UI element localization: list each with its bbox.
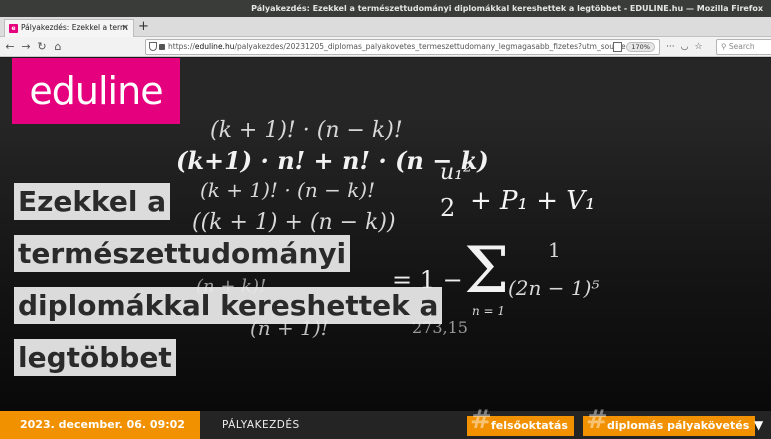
- tag-label: felsőoktatás: [491, 419, 568, 432]
- chevron-down-icon[interactable]: ▼: [754, 416, 763, 434]
- hashtag-icon: #: [470, 405, 492, 435]
- zoom-level-badge[interactable]: 170%: [626, 42, 655, 52]
- window-titlebar: Pályakezdés: Ezekkel a természettudomány…: [0, 0, 771, 17]
- new-tab-button[interactable]: +: [138, 18, 149, 36]
- headline-line: legtöbbet: [14, 339, 176, 376]
- tab-strip: e Pályakezdés: Ezekkel a term × +: [0, 17, 771, 37]
- headline-line: diplomákkal kereshettek a: [14, 287, 443, 324]
- tab-label: Pályakezdés: Ezekkel a term: [21, 23, 128, 32]
- article-meta-bar: 2023. december. 06. 09:02 PÁLYAKEZDÉS # …: [0, 407, 771, 439]
- hashtag-icon: #: [586, 405, 608, 435]
- lock-icon[interactable]: [159, 44, 165, 50]
- article-headline: Ezekkel a természettudományi diplomákkal…: [14, 176, 484, 384]
- tag-diplomas-palyakovetes[interactable]: # diplomás pályakövetés: [583, 407, 756, 436]
- url-path: /palyakezdes/20231205_diplomas_palyakove…: [234, 42, 640, 51]
- window-title: Pályakezdés: Ezekkel a természettudomány…: [251, 4, 763, 13]
- toolbar-actions: ··· ◡ ☆: [666, 39, 703, 55]
- pocket-icon[interactable]: ◡: [681, 42, 689, 52]
- star-icon[interactable]: ☆: [694, 42, 702, 52]
- shield-icon[interactable]: [149, 42, 157, 51]
- url-prefix: https://: [168, 42, 195, 51]
- eduline-logo[interactable]: eduline: [12, 58, 180, 124]
- headline-line: Ezekkel a természettudományi: [14, 183, 351, 272]
- math-formula: (k + 1)! · (n − k)!: [210, 118, 403, 143]
- math-formula: (2n − 1)⁵: [508, 276, 600, 300]
- home-icon[interactable]: ⌂: [52, 39, 64, 55]
- reload-icon[interactable]: ↻: [36, 39, 48, 55]
- url-bar[interactable]: https://eduline.hu/palyakezdes/20231205_…: [145, 39, 660, 55]
- web-page: (k + 1)! · (n − k)! (k+1) · n! + n! · (n…: [0, 58, 771, 439]
- search-icon: ⚲: [721, 42, 727, 51]
- math-formula: 1: [548, 238, 561, 262]
- close-icon[interactable]: ×: [121, 20, 129, 36]
- page-actions-menu-icon[interactable]: ···: [666, 42, 675, 52]
- tag-felsooktatas[interactable]: # felsőoktatás: [467, 407, 574, 436]
- navigation-toolbar: ← → ↻ ⌂ https://eduline.hu/palyakezdes/2…: [0, 37, 771, 57]
- math-formula: + P₁ + V₁: [470, 186, 596, 216]
- back-arrow-icon[interactable]: ←: [4, 39, 16, 55]
- search-placeholder: Search: [728, 42, 755, 51]
- category-link[interactable]: PÁLYAKEZDÉS: [222, 411, 300, 439]
- tag-label: diplomás pályakövetés: [607, 419, 750, 432]
- search-input[interactable]: ⚲ Search: [716, 39, 771, 55]
- forward-arrow-icon[interactable]: →: [20, 39, 32, 55]
- eduline-favicon-icon: e: [9, 24, 18, 33]
- publish-date: 2023. december. 06. 09:02: [0, 411, 200, 439]
- reader-view-icon[interactable]: [613, 42, 623, 52]
- url-host: eduline.hu: [194, 42, 235, 51]
- browser-tab[interactable]: e Pályakezdés: Ezekkel a term ×: [4, 19, 134, 37]
